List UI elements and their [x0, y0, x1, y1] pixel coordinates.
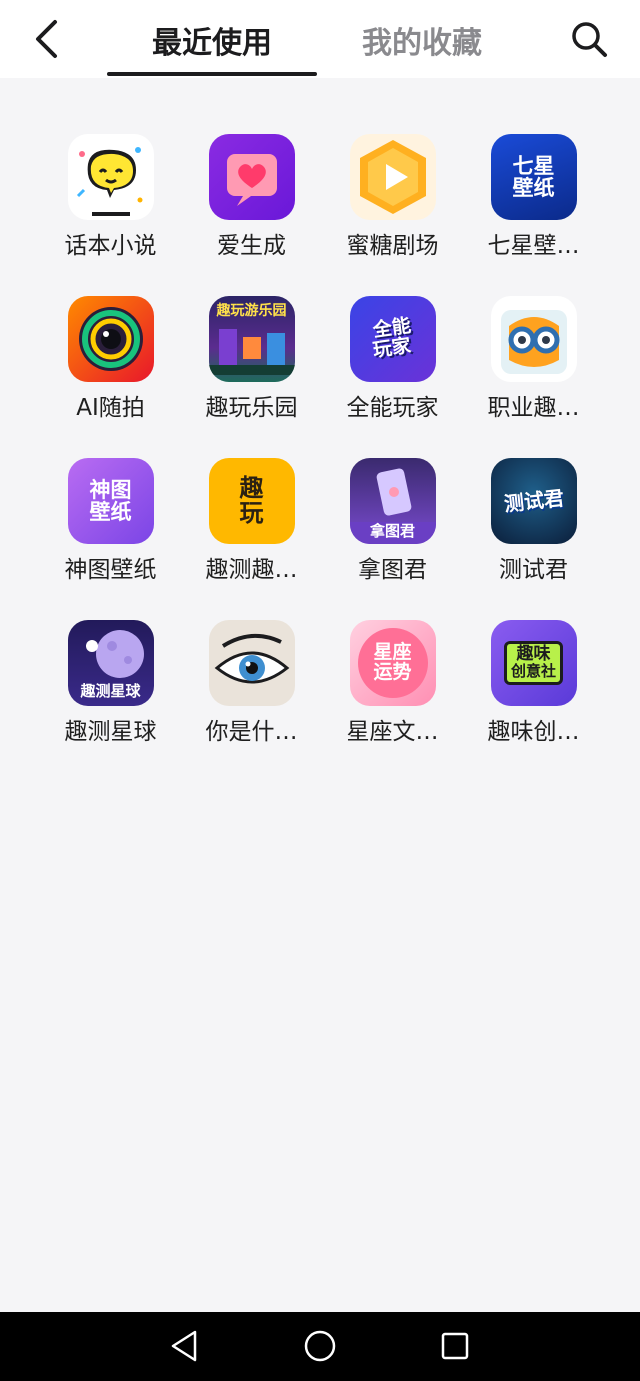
- tab-favorites[interactable]: 我的收藏: [322, 18, 522, 62]
- back-button[interactable]: [24, 14, 68, 64]
- circle-home-icon: [304, 1330, 336, 1362]
- app-label: 趣测趣…: [205, 557, 298, 583]
- app-item[interactable]: 趣测星球 趣测星球: [40, 620, 181, 782]
- heart-message-icon: [208, 134, 295, 220]
- icon-caption: 趣测星球: [80, 682, 141, 701]
- icon-caption: 玩: [239, 499, 264, 527]
- app-item[interactable]: 趣味 创意社 趣味创…: [463, 620, 604, 782]
- icon-caption: 拿图君: [369, 522, 415, 541]
- square-recents-icon: [441, 1332, 469, 1360]
- app-label: 话本小说: [64, 233, 157, 259]
- active-tab-indicator: [107, 72, 317, 76]
- app-label: 测试君: [499, 557, 568, 583]
- search-icon: [572, 22, 607, 57]
- app-item[interactable]: 话本小说: [40, 134, 181, 296]
- icon-caption: 运势: [373, 661, 412, 683]
- nav-recents-button[interactable]: [433, 1326, 477, 1366]
- qixing-wallpaper-icon: 七星 壁纸: [490, 134, 577, 220]
- ceshijun-icon: 测试君: [490, 458, 577, 544]
- app-label: 趣测星球: [64, 719, 157, 745]
- icon-caption: 星座: [373, 641, 412, 664]
- planet-astronaut-icon: 趣测星球: [67, 620, 154, 706]
- icon-caption: 壁纸: [89, 500, 132, 524]
- app-item[interactable]: 拿图君 拿图君: [322, 458, 463, 620]
- app-item[interactable]: 爱生成: [181, 134, 322, 296]
- app-item[interactable]: 趣 玩 趣测趣…: [181, 458, 322, 620]
- icon-label-box: 趣味 创意社: [503, 641, 563, 685]
- app-item[interactable]: 你是什…: [181, 620, 322, 782]
- app-label: 全能玩家: [346, 395, 439, 421]
- nav-home-button[interactable]: [298, 1326, 342, 1366]
- search-button[interactable]: [564, 14, 614, 64]
- app-label: 拿图君: [358, 557, 427, 583]
- app-label: AI随拍: [76, 395, 145, 421]
- phone-hand-icon: 拿图君: [349, 458, 436, 544]
- app-item[interactable]: 职业趣…: [463, 296, 604, 458]
- app-item[interactable]: 神图 壁纸 神图壁纸: [40, 458, 181, 620]
- icon-caption: 神图: [89, 477, 132, 502]
- top-bar: 最近使用 我的收藏: [0, 0, 640, 78]
- app-item[interactable]: AI随拍: [40, 296, 181, 458]
- app-item[interactable]: 趣玩游乐园 趣玩乐园: [181, 296, 322, 458]
- app-item[interactable]: 七星 壁纸 七星壁…: [463, 134, 604, 296]
- app-item[interactable]: 星座 运势 星座文…: [322, 620, 463, 782]
- chevron-left-icon: [36, 20, 57, 58]
- quce-icon: 趣 玩: [208, 458, 295, 544]
- icon-caption: 壁纸: [512, 176, 555, 200]
- app-label: 职业趣…: [487, 395, 580, 421]
- play-hexagon-icon: [349, 134, 436, 220]
- app-label: 神图壁纸: [64, 557, 157, 583]
- icon-caption: 趣玩游乐园: [216, 303, 287, 319]
- camera-lens-icon: [67, 296, 154, 382]
- icon-caption-bar: 拿图君: [349, 522, 436, 544]
- triangle-back-icon: [171, 1330, 197, 1362]
- creative-club-icon: 趣味 创意社: [490, 620, 577, 706]
- app-label: 你是什…: [205, 719, 298, 745]
- all-round-player-icon: 全能 玩家: [349, 296, 436, 382]
- app-item[interactable]: 测试君 测试君: [463, 458, 604, 620]
- icon-circle: 星座 运势: [357, 628, 428, 698]
- horoscope-icon: 星座 运势: [349, 620, 436, 706]
- shentu-wallpaper-icon: 神图 壁纸: [67, 458, 154, 544]
- eye-icon: [208, 620, 295, 706]
- app-label: 爱生成: [217, 233, 286, 259]
- nav-back-button[interactable]: [162, 1326, 206, 1366]
- icon-caption: 玩家: [372, 334, 413, 362]
- app-label: 趣玩乐园: [205, 395, 298, 421]
- app-label: 趣味创…: [487, 719, 580, 745]
- tab-recent[interactable]: 最近使用: [108, 18, 316, 62]
- recent-apps-grid: 话本小说 爱生成 蜜糖剧场 七星 壁纸 七星壁… AI随拍 趣玩游乐园 趣玩乐园…: [40, 134, 604, 782]
- app-item[interactable]: 全能 玩家 全能玩家: [322, 296, 463, 458]
- app-label: 蜜糖剧场: [346, 233, 439, 259]
- app-label: 星座文…: [346, 719, 439, 745]
- speech-bubble-face-icon: [67, 134, 154, 220]
- icon-caption: 测试君: [502, 485, 565, 516]
- icon-caption: 七星: [512, 153, 555, 178]
- app-label: 七星壁…: [487, 233, 580, 259]
- game-scene-icon: 趣玩游乐园: [208, 296, 295, 382]
- system-navigation-bar: [0, 1312, 640, 1381]
- app-item[interactable]: 蜜糖剧场: [322, 134, 463, 296]
- owl-glasses-icon: [490, 296, 577, 382]
- icon-caption: 创意社: [510, 662, 556, 681]
- icon-caption: 趣: [239, 473, 264, 502]
